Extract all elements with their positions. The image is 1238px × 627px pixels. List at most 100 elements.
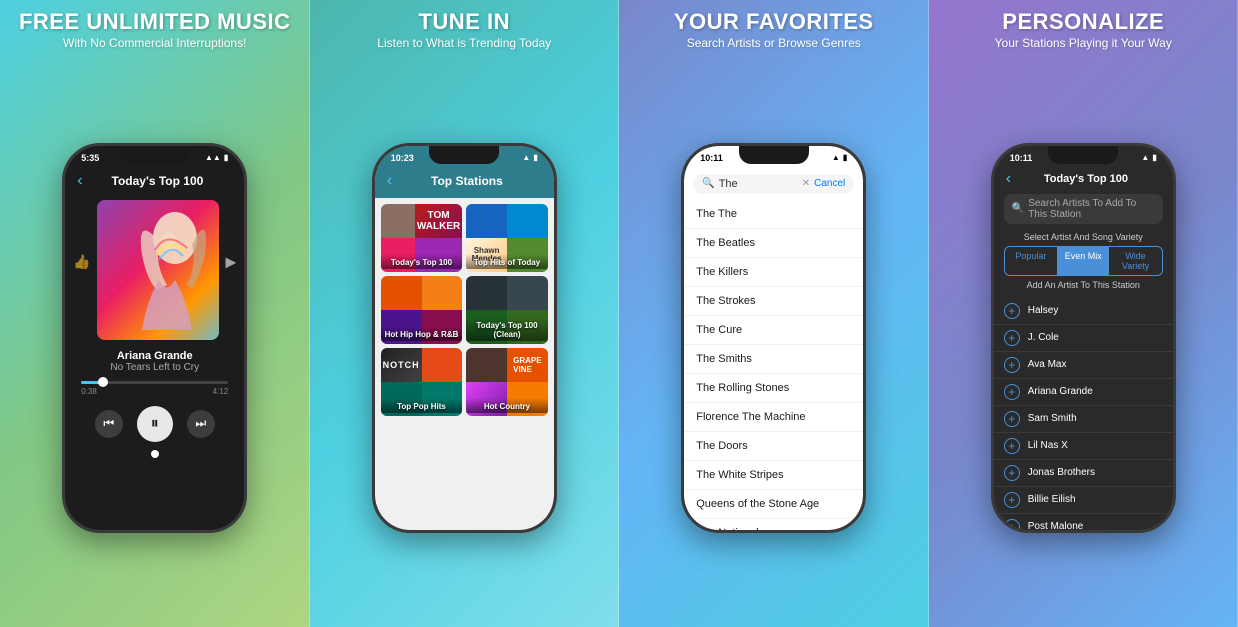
rewind-button[interactable]: ⏮	[95, 410, 123, 438]
panel-3-header: YOUR FAVORITES Search Artists or Browse …	[664, 0, 884, 56]
artist-add-name-4: Sam Smith	[1028, 413, 1077, 424]
panel-free-music: FREE UNLIMITED MUSIC With No Commercial …	[0, 0, 310, 627]
artist-row-9[interactable]: The White Stripes	[684, 461, 863, 490]
artist-info: Ariana Grande No Tears Left to Cry	[65, 348, 244, 375]
phone-2-screen: 10:23 ▲ ▮ ‹ Top Stations	[375, 146, 554, 530]
search-icon-4: 🔍	[1012, 203, 1024, 214]
variety-btn-popular[interactable]: Popular	[1005, 247, 1057, 275]
artist-row-8[interactable]: The Doors	[684, 432, 863, 461]
add-artist-label: Add An Artist To This Station	[1004, 280, 1163, 290]
artist-add-row-3[interactable]: + Ariana Grande	[994, 379, 1173, 406]
progress-dot	[98, 377, 108, 387]
panel-2-subtitle: Listen to What is Trending Today	[377, 36, 551, 50]
progress-bar[interactable]	[81, 381, 228, 384]
phone-3-screen: 10:11 ▲ ▮ 🔍 The ✕ Cancel The The The Bea…	[684, 146, 863, 530]
artist-add-name-5: Lil Nas X	[1028, 440, 1068, 451]
add-icon-3[interactable]: +	[1004, 384, 1020, 400]
pause-button[interactable]: ⏸	[137, 406, 173, 442]
search-icon-3: 🔍	[702, 178, 714, 189]
panel-1-title: FREE UNLIMITED MUSIC	[19, 10, 291, 34]
artist-row-5[interactable]: The Smiths	[684, 345, 863, 374]
artist-row-4[interactable]: The Cure	[684, 316, 863, 345]
station-item-3[interactable]: Today's Top 100 (Clean)	[466, 276, 548, 344]
variety-section: Select Artist And Song Variety Popular E…	[994, 228, 1173, 298]
panel-4-header: PERSONALIZE Your Stations Playing it You…	[985, 0, 1182, 56]
station-item-0[interactable]: TOMWALKER Today's Top 100	[381, 204, 463, 272]
artist-row-2[interactable]: The Killers	[684, 258, 863, 287]
artist-add-row-8[interactable]: + Post Malone	[994, 514, 1173, 530]
station-label-4: Top Pop Hits	[381, 398, 463, 413]
artist-add-name-3: Ariana Grande	[1028, 386, 1093, 397]
variety-label: Select Artist And Song Variety	[1004, 232, 1163, 242]
battery-icon-2: ▮	[533, 153, 537, 162]
add-icon-0[interactable]: +	[1004, 303, 1020, 319]
add-icon-7[interactable]: +	[1004, 492, 1020, 508]
station-label-3: Today's Top 100 (Clean)	[466, 317, 548, 341]
wifi-icon-3: ▲	[832, 153, 840, 162]
artist-row-1[interactable]: The Beatles	[684, 229, 863, 258]
phone-1-nav: ‹ Today's Top 100	[65, 168, 244, 194]
add-icon-1[interactable]: +	[1004, 330, 1020, 346]
phone-2: 10:23 ▲ ▮ ‹ Top Stations	[372, 143, 557, 533]
wifi-icon-4: ▲	[1141, 153, 1149, 162]
artist-add-name-1: J. Cole	[1028, 332, 1059, 343]
add-icon-4[interactable]: +	[1004, 411, 1020, 427]
artist-add-row-5[interactable]: + Lil Nas X	[994, 433, 1173, 460]
variety-btn-even[interactable]: Even Mix	[1057, 247, 1109, 275]
artist-row-0[interactable]: The The	[684, 200, 863, 229]
panel-4-subtitle: Your Stations Playing it Your Way	[995, 36, 1172, 50]
battery-icon-3: ▮	[843, 153, 847, 162]
artist-add-row-2[interactable]: + Ava Max	[994, 352, 1173, 379]
search-bar-3[interactable]: 🔍 The ✕ Cancel	[694, 174, 853, 194]
phone-3-time: 10:11	[700, 153, 723, 163]
panel-1-header: FREE UNLIMITED MUSIC With No Commercial …	[9, 0, 301, 56]
phone-1-screen: 5:35 ▲▲ ▮ ‹ Today's Top 100 👍	[65, 146, 244, 530]
thumb-forward-icon[interactable]: ▶	[225, 254, 236, 271]
artist-add-row-4[interactable]: + Sam Smith	[994, 406, 1173, 433]
artist-row-10[interactable]: Queens of the Stone Age	[684, 490, 863, 519]
artist-row-3[interactable]: The Strokes	[684, 287, 863, 316]
add-icon-8[interactable]: +	[1004, 519, 1020, 530]
panel-1-subtitle: With No Commercial Interruptions!	[19, 36, 291, 50]
time-total: 4:12	[213, 387, 229, 396]
artist-add-row-7[interactable]: + Billie Eilish	[994, 487, 1173, 514]
phone-1-notch	[120, 146, 190, 164]
phone-4: 10:11 ▲ ▮ ‹ Today's Top 100 🔍 Search Art…	[991, 143, 1176, 533]
search-bar-4[interactable]: 🔍 Search Artists To Add To This Station	[1004, 194, 1163, 224]
stations-grid: TOMWALKER Today's Top 100 ShawnMen	[375, 198, 554, 422]
add-icon-2[interactable]: +	[1004, 357, 1020, 373]
panel-4-title: PERSONALIZE	[995, 10, 1172, 34]
phone-2-status-icons: ▲ ▮	[522, 153, 537, 162]
search-placeholder-4[interactable]: Search Artists To Add To This Station	[1028, 198, 1155, 220]
phone-3-notch	[739, 146, 809, 164]
artist-name: Ariana Grande	[65, 350, 244, 362]
time-labels: 0:38 4:12	[81, 387, 228, 396]
station-label-0: Today's Top 100	[381, 254, 463, 269]
artist-add-row-1[interactable]: + J. Cole	[994, 325, 1173, 352]
wifi-icon: ▲▲	[205, 153, 221, 162]
artist-add-list: + Halsey + J. Cole + Ava Max + Ariana Gr…	[994, 298, 1173, 530]
variety-btn-wide[interactable]: Wide Variety	[1109, 247, 1161, 275]
cancel-button-3[interactable]: Cancel	[814, 178, 845, 189]
phone-2-time: 10:23	[391, 153, 414, 163]
artist-row-6[interactable]: The Rolling Stones	[684, 374, 863, 403]
artist-row-7[interactable]: Florence The Machine	[684, 403, 863, 432]
station-item-1[interactable]: ShawnMendes Top Hits of Today	[466, 204, 548, 272]
playback-controls: ⏮ ⏸ ⏭	[65, 400, 244, 446]
clear-icon-3[interactable]: ✕	[802, 178, 810, 189]
station-item-2[interactable]: Hot Hip Hop & R&B	[381, 276, 463, 344]
add-icon-6[interactable]: +	[1004, 465, 1020, 481]
station-item-5[interactable]: GRAPEVINE Hot Country	[466, 348, 548, 416]
search-query[interactable]: The	[719, 178, 798, 190]
artist-add-row-0[interactable]: + Halsey	[994, 298, 1173, 325]
wifi-icon-2: ▲	[522, 153, 530, 162]
station-label-1: Top Hits of Today	[466, 254, 548, 269]
phone-1-nav-title: Today's Top 100	[83, 174, 233, 188]
add-icon-5[interactable]: +	[1004, 438, 1020, 454]
artist-row-11[interactable]: The National	[684, 519, 863, 530]
forward-button[interactable]: ⏭	[187, 410, 215, 438]
thumb-up-icon[interactable]: 👍	[73, 254, 90, 271]
artist-add-name-6: Jonas Brothers	[1028, 467, 1095, 478]
artist-add-row-6[interactable]: + Jonas Brothers	[994, 460, 1173, 487]
station-item-4[interactable]: NOTCH Top Pop Hits	[381, 348, 463, 416]
